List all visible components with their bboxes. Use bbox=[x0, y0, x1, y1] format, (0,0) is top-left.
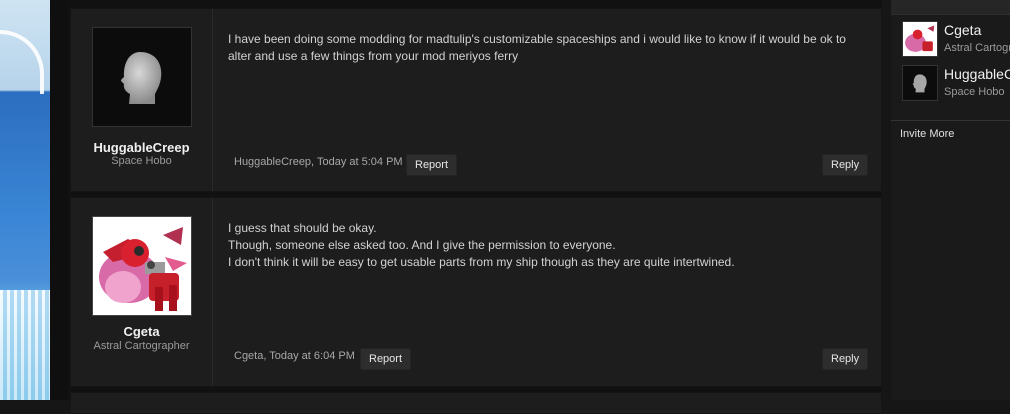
divider bbox=[891, 120, 1010, 121]
participant-title: Astral Cartographer bbox=[944, 42, 1010, 54]
message-post: Cgeta Astral Cartographer I guess that s… bbox=[70, 197, 882, 387]
message-line: I don't think it will be easy to get usa… bbox=[228, 255, 735, 269]
participant-name[interactable]: Cgeta bbox=[944, 22, 1010, 38]
avatar[interactable] bbox=[92, 216, 192, 316]
silhouette-head-icon bbox=[912, 74, 927, 93]
message-line: Though, someone else asked too. And I gi… bbox=[228, 238, 616, 252]
background-pixel-art bbox=[0, 0, 50, 400]
message-list: HuggableCreep Space Hobo I have been doi… bbox=[68, 0, 882, 414]
invite-more-link[interactable]: Invite More bbox=[900, 128, 954, 140]
message-line: I guess that should be okay. bbox=[228, 221, 377, 235]
message-user-info: Cgeta Astral Cartographer bbox=[71, 198, 213, 386]
post-meta[interactable]: HuggableCreep, Today at 5:04 PM bbox=[234, 156, 403, 168]
message-text: I have been doing some modding for madtu… bbox=[228, 31, 868, 65]
red-robot-pony-avatar bbox=[903, 22, 937, 56]
silhouette-head-icon bbox=[121, 52, 162, 104]
cloud-shape bbox=[0, 30, 44, 94]
message-user-info: HuggableCreep Space Hobo bbox=[71, 9, 213, 191]
username[interactable]: Cgeta bbox=[71, 324, 212, 339]
post-meta[interactable]: Cgeta, Today at 6:04 PM bbox=[234, 350, 355, 362]
participant-title: Space Hobo bbox=[944, 86, 1005, 98]
participant-avatar[interactable] bbox=[902, 65, 938, 101]
message-post: HuggableCreep Space Hobo I have been doi… bbox=[70, 8, 882, 192]
message-line: I have been doing some modding for madtu… bbox=[228, 32, 846, 63]
ice-shape bbox=[0, 290, 50, 400]
message-post-partial bbox=[70, 392, 882, 414]
reply-button[interactable]: Reply bbox=[822, 348, 869, 370]
user-title: Astral Cartographer bbox=[93, 340, 190, 352]
conversation-participants: Cgeta Astral Cartographer HuggableCreep … bbox=[891, 0, 1010, 400]
username[interactable]: HuggableCreep bbox=[71, 140, 212, 155]
report-button[interactable]: Report bbox=[406, 154, 458, 176]
avatar[interactable] bbox=[92, 27, 192, 127]
sidebar-header-bar bbox=[891, 0, 1010, 15]
reply-button[interactable]: Reply bbox=[822, 154, 869, 176]
gutter bbox=[50, 0, 68, 400]
red-robot-pony-avatar bbox=[93, 217, 191, 315]
user-title: Space Hobo bbox=[111, 155, 172, 167]
report-button[interactable]: Report bbox=[360, 348, 412, 370]
participant-item[interactable]: Cgeta Astral Cartographer bbox=[902, 20, 1010, 60]
participant-avatar[interactable] bbox=[902, 21, 938, 57]
participant-name[interactable]: HuggableCreep bbox=[944, 66, 1010, 82]
message-text: I guess that should be okay. Though, som… bbox=[228, 220, 868, 271]
participant-item[interactable]: HuggableCreep Space Hobo bbox=[902, 64, 1010, 104]
